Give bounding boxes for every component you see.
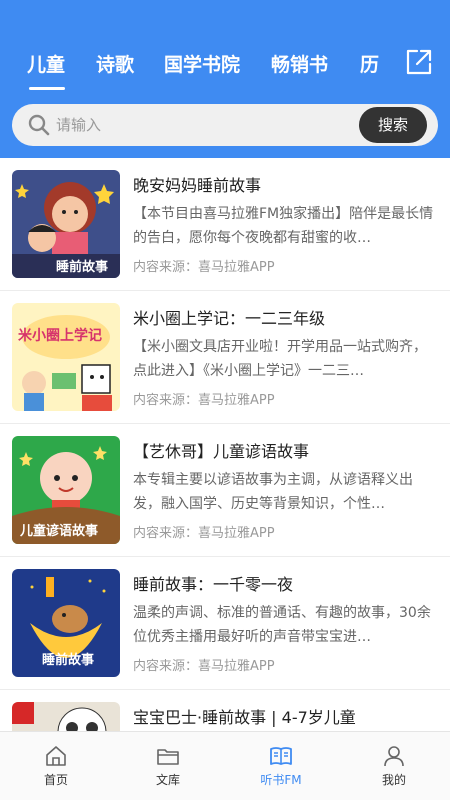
search-bar: 搜索 <box>12 104 438 146</box>
item-description: 本专辑主要以谚语故事为主调，从谚语释义出发，融入国学、历史等背景知识，个性… <box>133 472 413 512</box>
search-button[interactable]: 搜索 <box>359 107 427 143</box>
item-source: 内容来源：喜马拉雅APP <box>133 526 275 541</box>
list-item[interactable]: 睡前故事 晚安妈妈睡前故事 【本节目由喜马拉雅FM独家播出】陪伴是最长情的告白，… <box>0 158 450 291</box>
item-source: 内容来源：喜马拉雅APP <box>133 659 275 674</box>
item-title: 宝宝巴士·睡前故事 | 4-7岁儿童 <box>133 708 356 727</box>
nav-profile-label: 我的 <box>381 773 406 787</box>
header: 儿童 诗歌 国学书院 畅销书 历 搜索 <box>0 0 450 158</box>
nav-home-label: 首页 <box>43 773 68 787</box>
nav-home[interactable]: 首页 <box>0 732 112 800</box>
list-item[interactable]: 宝宝巴士·睡前故事 | 4-7岁儿童 <box>0 690 450 731</box>
item-title: 【艺休哥】儿童谚语故事 <box>133 442 310 461</box>
cover-image: 儿童谚语故事 <box>12 436 120 544</box>
category-tabs: 儿童 诗歌 国学书院 畅销书 历 <box>0 44 450 84</box>
list-item[interactable]: 睡前故事 睡前故事：一千零一夜 温柔的声调、标准的普通话、有趣的故事，30余位优… <box>0 557 450 690</box>
cover-caption: 睡前故事 <box>42 653 95 668</box>
tab-guoxue[interactable]: 国学书院 <box>164 50 240 77</box>
cover-caption: 米小圈上学记 <box>18 328 102 344</box>
item-description: 温柔的声调、标准的普通话、有趣的故事，30余位优秀主播用最好听的声音带宝宝进… <box>133 605 431 645</box>
item-description: 【米小圈文具店开业啦！开学用品一站式购齐，点此进入】《米小圈上学记》一二三… <box>133 339 427 379</box>
item-source: 内容来源：喜马拉雅APP <box>133 393 275 408</box>
nav-audiobook-label: 听书FM <box>260 773 302 787</box>
tab-poetry[interactable]: 诗歌 <box>96 50 134 77</box>
cover-caption: 儿童谚语故事 <box>20 524 99 539</box>
tab-history[interactable]: 历 <box>360 50 379 77</box>
home-icon <box>46 746 66 766</box>
cover-image: 米小圈上学记 <box>12 303 120 411</box>
cover-caption: 睡前故事 <box>56 260 109 275</box>
folder-icon <box>157 749 179 765</box>
tab-children[interactable]: 儿童 <box>27 50 65 77</box>
bottom-nav: 首页 文库 听书FM 我的 <box>0 731 450 800</box>
list-item[interactable]: 儿童谚语故事 【艺休哥】儿童谚语故事 本专辑主要以谚语故事为主调，从谚语释义出发… <box>0 424 450 557</box>
item-title: 米小圈上学记：一二三年级 <box>133 309 326 328</box>
tab-bestseller[interactable]: 畅销书 <box>271 50 328 77</box>
search-icon <box>28 114 50 136</box>
nav-profile[interactable]: 我的 <box>338 732 450 800</box>
nav-library-label: 文库 <box>155 773 180 787</box>
item-title: 睡前故事：一千零一夜 <box>133 575 294 594</box>
book-icon <box>270 747 292 765</box>
user-icon <box>384 746 404 767</box>
book-list: 睡前故事 晚安妈妈睡前故事 【本节目由喜马拉雅FM独家播出】陪伴是最长情的告白，… <box>0 158 450 731</box>
cover-image <box>12 702 120 731</box>
cover-image: 睡前故事 <box>12 569 120 677</box>
item-title: 晚安妈妈睡前故事 <box>133 176 262 195</box>
nav-audiobook[interactable]: 听书FM <box>225 732 337 800</box>
item-source: 内容来源：喜马拉雅APP <box>133 260 275 275</box>
search-input[interactable] <box>56 112 346 138</box>
item-description: 【本节目由喜马拉雅FM独家播出】陪伴是最长情的告白，愿你每个夜晚都有甜蜜的收… <box>133 206 434 246</box>
tab-active-indicator <box>29 87 65 90</box>
list-item[interactable]: 米小圈上学记 米小圈上学记：一二三年级 【米小圈文具店开业啦！开学用品一站式购齐… <box>0 291 450 424</box>
nav-library[interactable]: 文库 <box>112 732 224 800</box>
cover-image: 睡前故事 <box>12 170 120 278</box>
share-icon[interactable] <box>404 47 434 77</box>
